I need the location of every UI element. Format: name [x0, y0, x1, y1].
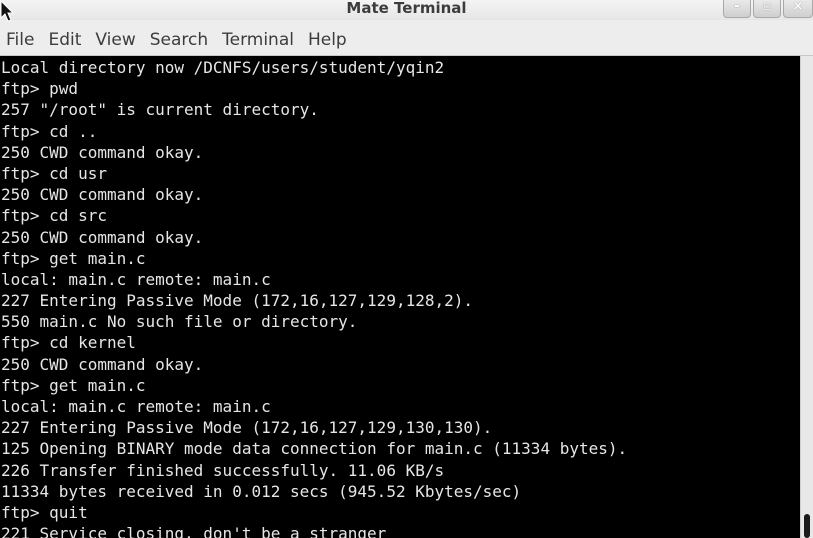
title-bar[interactable]: Mate Terminal - ▫ ×: [0, 0, 813, 20]
vertical-scrollbar[interactable]: [800, 56, 813, 538]
terminal-line: 11334 bytes received in 0.012 secs (945.…: [1, 481, 522, 501]
terminal-line: local: main.c remote: main.c: [1, 269, 271, 289]
terminal-line: 227 Entering Passive Mode (172,16,127,12…: [1, 418, 493, 438]
window-controls: - ▫ ×: [721, 0, 813, 19]
menu-bar: File Edit View Search Terminal Help: [0, 27, 813, 53]
terminal-line: 227 Entering Passive Mode (172,16,127,12…: [1, 291, 474, 311]
terminal-line: ftp> pwd: [1, 79, 79, 99]
terminal-line: ftp> quit: [1, 502, 88, 522]
terminal-line: 250 CWD command okay.: [1, 227, 204, 247]
terminal-line: ftp> cd src: [1, 206, 107, 226]
minimize-button[interactable]: -: [723, 0, 751, 18]
terminal-line: 250 CWD command okay.: [1, 354, 204, 374]
terminal-line: 125 Opening BINARY mode data connection …: [1, 439, 628, 459]
terminal-line: Local directory now /DCNFS/users/student…: [1, 58, 445, 77]
terminal-area[interactable]: Local directory now /DCNFS/users/student…: [0, 56, 800, 538]
terminal-line: 226 Transfer finished successfully. 11.0…: [1, 460, 445, 480]
terminal-line: 550 main.c No such file or directory.: [1, 312, 358, 332]
terminal-line: ftp> cd kernel: [1, 333, 136, 353]
terminal-line: 221 Service closing, don't be a stranger: [1, 524, 387, 538]
menu-file[interactable]: File: [0, 27, 41, 53]
terminal-line: ftp> get main.c: [1, 375, 146, 395]
terminal-line: 250 CWD command okay.: [1, 185, 204, 205]
terminal-line: ftp> cd usr: [1, 163, 107, 183]
menu-search[interactable]: Search: [143, 27, 215, 53]
terminal-line: 250 CWD command okay.: [1, 142, 204, 162]
menu-edit[interactable]: Edit: [41, 27, 88, 53]
maximize-button[interactable]: ▫: [753, 0, 781, 18]
terminal-line: 257 "/root" is current directory.: [1, 100, 319, 120]
menu-help[interactable]: Help: [301, 27, 354, 53]
menu-terminal[interactable]: Terminal: [215, 27, 301, 53]
terminal-line: ftp> get main.c: [1, 248, 146, 268]
window-title: Mate Terminal: [346, 0, 467, 17]
terminal-output: Local directory now /DCNFS/users/student…: [0, 57, 627, 538]
menu-view[interactable]: View: [88, 27, 142, 53]
terminal-line: local: main.c remote: main.c: [1, 397, 271, 416]
mouse-pointer-icon: [0, 0, 15, 22]
close-button[interactable]: ×: [783, 0, 813, 18]
terminal-line: ftp> cd ..: [1, 121, 98, 141]
scrollbar-thumb[interactable]: [804, 514, 810, 538]
